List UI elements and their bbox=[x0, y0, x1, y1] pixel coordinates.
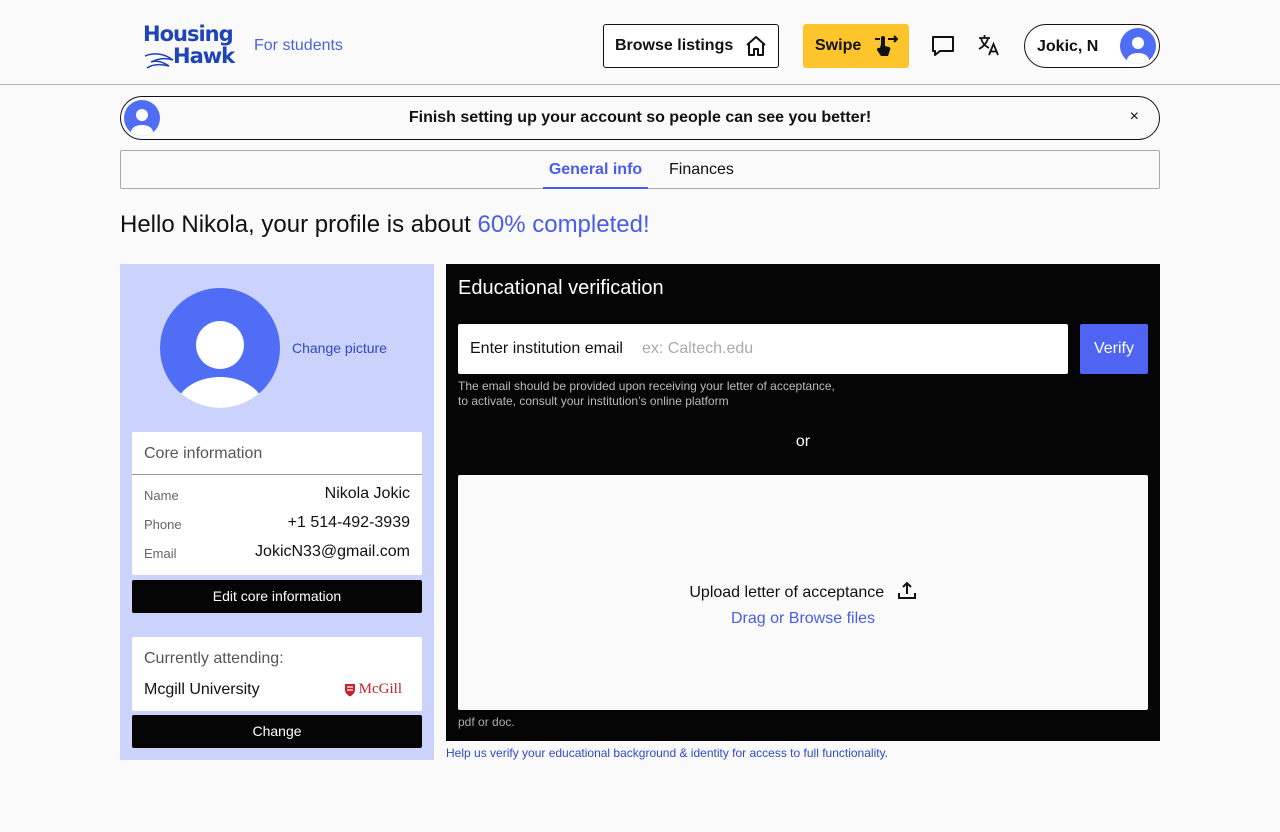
chat-icon[interactable] bbox=[930, 33, 956, 59]
verify-button[interactable]: Verify bbox=[1080, 324, 1148, 374]
name-value: Nikola Jokic bbox=[324, 485, 410, 502]
file-types-note: pdf or doc. bbox=[458, 715, 515, 729]
edit-core-information-button[interactable]: Edit core information bbox=[132, 580, 422, 613]
mcgill-logo: McGill bbox=[344, 681, 402, 698]
mcgill-logo-text: McGill bbox=[358, 681, 402, 697]
verification-help-text: Help us verify your educational backgrou… bbox=[446, 746, 889, 760]
upload-dropzone[interactable]: Upload letter of acceptance Drag or Brow… bbox=[458, 475, 1148, 710]
verification-title: Educational verification bbox=[458, 277, 664, 299]
currently-attending-title: Currently attending: bbox=[144, 650, 284, 667]
name-row: Name Nikola Jokic bbox=[144, 485, 410, 505]
upload-label-text: Upload letter of acceptance bbox=[689, 584, 885, 601]
profile-card: Change picture Core information Name Nik… bbox=[120, 264, 434, 760]
house-icon bbox=[746, 36, 766, 56]
housing-hawk-logo[interactable]: Housing Hawk bbox=[143, 22, 243, 72]
phone-row: Phone +1 514-492-3939 bbox=[144, 514, 410, 534]
phone-key: Phone bbox=[144, 517, 182, 532]
browse-files-link[interactable]: Drag or Browse files bbox=[458, 610, 1148, 628]
browse-listings-button[interactable]: Browse listings bbox=[603, 24, 779, 68]
email-hint: The email should be provided upon receiv… bbox=[458, 379, 835, 409]
institution-email-label: Enter institution email bbox=[470, 340, 623, 357]
name-key: Name bbox=[144, 488, 179, 503]
browse-listings-label: Browse listings bbox=[615, 37, 734, 54]
banner-message: Finish setting up your account so people… bbox=[408, 109, 872, 126]
greeting-text: Hello Nikola, your profile is about bbox=[120, 211, 478, 238]
change-university-button[interactable]: Change bbox=[132, 715, 422, 748]
tagline: For students bbox=[254, 37, 343, 54]
upload-icon bbox=[897, 581, 916, 599]
tab-general-info[interactable]: General info bbox=[543, 161, 648, 189]
user-name: Jokic, N bbox=[1037, 38, 1099, 55]
or-divider: or bbox=[795, 433, 811, 450]
institution-email-box: Enter institution email bbox=[458, 324, 1068, 374]
institution-email-input[interactable] bbox=[642, 334, 1052, 364]
educational-verification-panel: Educational verification Enter instituti… bbox=[446, 264, 1160, 741]
tab-finances[interactable]: Finances bbox=[669, 161, 734, 179]
top-header: Housing Hawk For students Browse listing… bbox=[0, 0, 1280, 85]
email-row: Email JokicN33@gmail.com bbox=[144, 543, 410, 563]
swipe-button[interactable]: Swipe bbox=[803, 24, 909, 68]
email-hint-line-1: The email should be provided upon receiv… bbox=[458, 379, 835, 393]
upload-label: Upload letter of acceptance bbox=[458, 580, 1148, 602]
logo-line-2: Hawk bbox=[173, 44, 235, 68]
email-value: JokicN33@gmail.com bbox=[255, 543, 410, 560]
core-information-title: Core information bbox=[132, 432, 422, 475]
email-key: Email bbox=[144, 546, 177, 561]
email-hint-line-2: to activate, consult your institution’s … bbox=[458, 394, 729, 408]
user-avatar-icon bbox=[1120, 28, 1156, 64]
profile-greeting: Hello Nikola, your profile is about 60% … bbox=[120, 211, 650, 239]
completion-percentage: 60% completed! bbox=[477, 211, 650, 238]
mcgill-crest-icon bbox=[344, 683, 355, 696]
core-information-card: Core information Name Nikola Jokic Phone… bbox=[132, 432, 422, 575]
change-picture-link[interactable]: Change picture bbox=[292, 340, 387, 356]
currently-attending-card: Currently attending: Mcgill University M… bbox=[132, 637, 422, 711]
close-icon[interactable]: × bbox=[1130, 108, 1139, 126]
university-name: Mcgill University bbox=[144, 681, 260, 698]
swipe-label: Swipe bbox=[815, 37, 862, 54]
swipe-hand-icon bbox=[875, 35, 899, 56]
translate-icon[interactable] bbox=[977, 33, 1001, 57]
profile-tabs: General info Finances bbox=[120, 150, 1160, 189]
profile-picture[interactable] bbox=[160, 288, 280, 408]
user-menu-button[interactable]: Jokic, N bbox=[1024, 24, 1160, 68]
phone-value: +1 514-492-3939 bbox=[287, 514, 410, 531]
setup-banner: Finish setting up your account so people… bbox=[120, 96, 1160, 140]
